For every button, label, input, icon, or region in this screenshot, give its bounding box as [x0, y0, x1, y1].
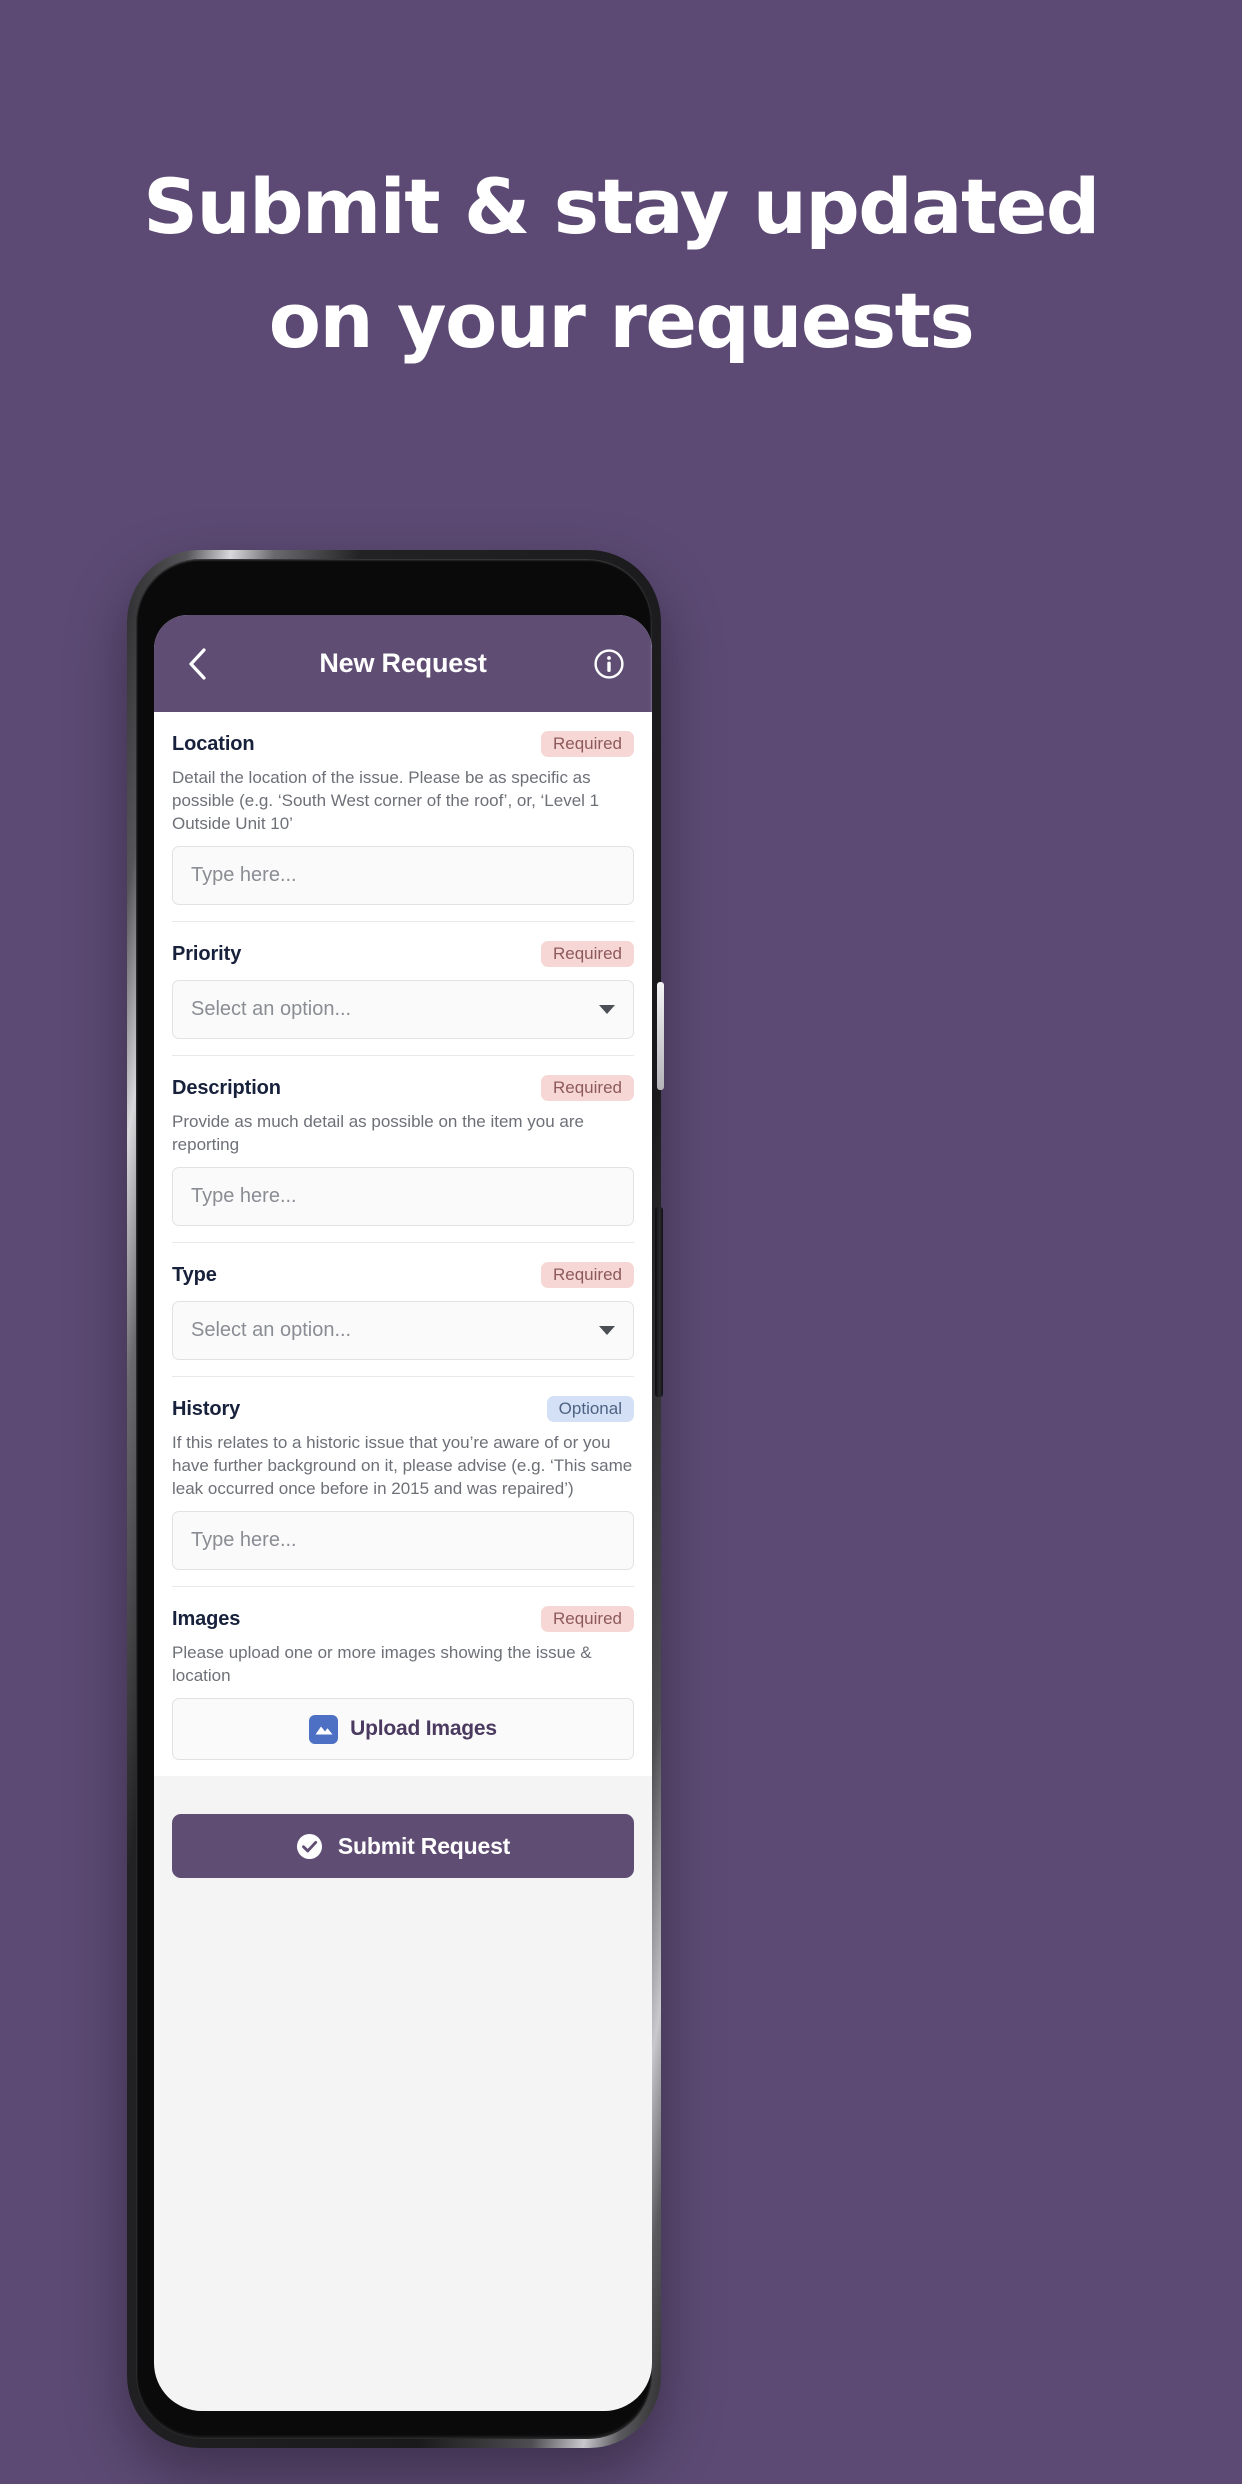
- submit-request-button[interactable]: Submit Request: [172, 1814, 634, 1878]
- headline-line-1: Submit & stay updated: [143, 162, 1100, 251]
- status-badge: Optional: [546, 1396, 634, 1422]
- field-help-text: Provide as much detail as possible on th…: [172, 1112, 585, 1154]
- promo-headline: Submit & stay updated on your requests: [0, 150, 1242, 378]
- status-badge: Required: [541, 941, 634, 967]
- info-circle-icon: [594, 648, 624, 679]
- field-header: Type Required: [172, 1260, 634, 1290]
- phone-screen: New Request Location Required Detail the…: [154, 615, 652, 2411]
- description-input[interactable]: Type here...: [172, 1167, 634, 1226]
- field-header: Location Required: [172, 729, 634, 759]
- check-circle-icon: [296, 1833, 322, 1859]
- field-history: History Optional If this relates to a hi…: [172, 1377, 634, 1587]
- field-label: Type: [172, 1263, 217, 1286]
- field-help-text: If this relates to a historic issue that…: [172, 1433, 633, 1498]
- chevron-left-icon: [189, 647, 206, 680]
- select-value: Select an option...: [191, 1319, 352, 1341]
- phone-mockup: New Request Location Required Detail the…: [127, 550, 661, 2448]
- field-label: Images: [172, 1607, 241, 1630]
- status-badge: Required: [541, 1075, 634, 1101]
- chevron-down-icon: [599, 1005, 615, 1014]
- field-label: Location: [172, 732, 255, 755]
- status-badge: Required: [541, 731, 634, 757]
- submit-request-label: Submit Request: [337, 1832, 511, 1859]
- phone-bezel: New Request Location Required Detail the…: [136, 559, 652, 2439]
- info-button[interactable]: [592, 647, 626, 681]
- field-header: History Optional: [172, 1394, 634, 1424]
- headline-line-2: on your requests: [268, 276, 975, 365]
- field-label: Priority: [172, 942, 242, 965]
- location-input[interactable]: Type here...: [172, 846, 634, 905]
- field-help-text: Detail the location of the issue. Please…: [172, 768, 600, 833]
- field-description: Description Required Provide as much det…: [172, 1056, 634, 1243]
- upload-images-label: Upload Images: [350, 1717, 497, 1740]
- status-badge: Required: [541, 1606, 634, 1632]
- chevron-down-icon: [599, 1326, 615, 1335]
- field-label: History: [172, 1397, 241, 1420]
- field-header: Description Required: [172, 1073, 634, 1103]
- field-header: Priority Required: [172, 939, 634, 969]
- type-select[interactable]: Select an option...: [172, 1301, 634, 1360]
- field-priority: Priority Required Select an option...: [172, 922, 634, 1056]
- field-header: Images Required: [172, 1604, 634, 1634]
- power-button[interactable]: [657, 982, 664, 1090]
- volume-button[interactable]: [655, 1207, 663, 1397]
- status-badge: Required: [541, 1262, 634, 1288]
- field-location: Location Required Detail the location of…: [172, 712, 634, 922]
- priority-select[interactable]: Select an option...: [172, 980, 634, 1039]
- field-help-text: Please upload one or more images showing…: [172, 1643, 592, 1685]
- select-value: Select an option...: [191, 998, 352, 1020]
- page-title: New Request: [319, 648, 487, 678]
- field-label: Description: [172, 1076, 281, 1099]
- field-type: Type Required Select an option...: [172, 1243, 634, 1377]
- app-header: New Request: [154, 615, 652, 712]
- image-icon: [309, 1714, 339, 1744]
- history-input[interactable]: Type here...: [172, 1511, 634, 1570]
- submit-area: Submit Request: [154, 1776, 652, 1878]
- field-images: Images Required Please upload one or mor…: [172, 1587, 634, 1776]
- upload-images-button[interactable]: Upload Images: [172, 1698, 634, 1760]
- request-form: Location Required Detail the location of…: [154, 712, 652, 1776]
- back-button[interactable]: [180, 647, 214, 681]
